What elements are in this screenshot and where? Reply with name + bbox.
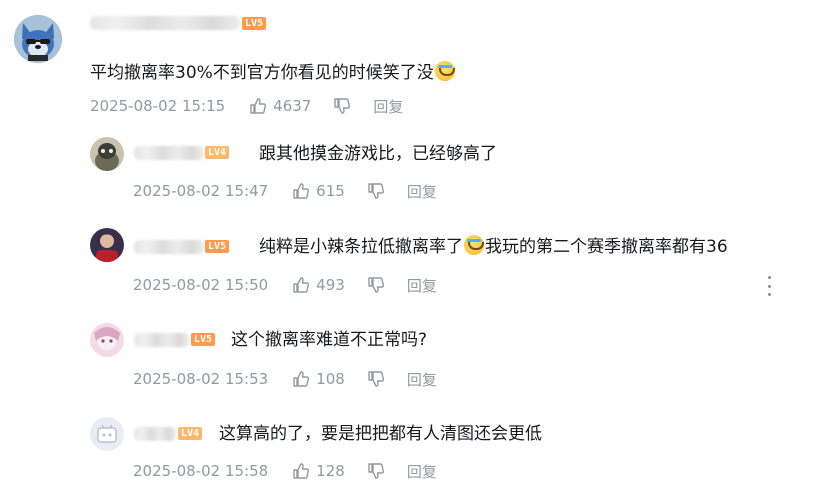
comment-timestamp: 2025-08-02 15:58 (133, 462, 269, 480)
reply-button[interactable]: 回复 (407, 181, 437, 202)
comment-timestamp: 2025-08-02 15:15 (90, 97, 226, 115)
comment-timestamp: 2025-08-02 15:53 (133, 370, 269, 388)
like-button[interactable]: 108 (292, 370, 345, 388)
dislike-button[interactable] (333, 97, 351, 115)
thumb-up-icon (293, 183, 310, 199)
reply-button[interactable]: 回复 (373, 96, 403, 117)
reply-level-badge: LV4 (205, 146, 230, 159)
main-comment-username[interactable] (90, 16, 240, 30)
laugh-cry-emoji-icon (464, 235, 484, 255)
like-button[interactable]: 615 (292, 182, 345, 200)
thumb-down-icon (334, 98, 351, 114)
reply-username[interactable] (134, 333, 189, 347)
reply-meta: 2025-08-02 15:50 493 回复 (133, 274, 437, 296)
thumb-up-icon (293, 371, 310, 387)
like-button[interactable]: 493 (292, 276, 345, 294)
reply-text-part: 纯粹是小辣条拉低撤离率了 (259, 237, 463, 257)
thumb-down-icon (368, 463, 384, 479)
thumb-up-icon (293, 277, 310, 293)
thumb-down-icon (368, 371, 384, 387)
like-count: 128 (316, 462, 345, 480)
comment-timestamp: 2025-08-02 15:47 (133, 182, 269, 200)
main-comment-level-badge: LV5 (242, 17, 267, 30)
laugh-cry-emoji-icon (434, 61, 455, 81)
main-comment-avatar[interactable] (14, 15, 62, 63)
reply-button[interactable]: 回复 (407, 275, 437, 296)
reply-avatar[interactable] (90, 137, 124, 171)
like-button[interactable]: 128 (292, 462, 345, 480)
reply-button[interactable]: 回复 (407, 369, 437, 390)
main-comment-meta: 2025-08-02 15:15 4637 回复 (90, 95, 403, 117)
reply-meta: 2025-08-02 15:47 615 回复 (133, 180, 437, 202)
like-count: 108 (316, 370, 345, 388)
reply-level-badge: LV4 (178, 427, 203, 440)
like-count: 4637 (273, 97, 312, 115)
thumb-up-icon (293, 463, 310, 479)
reply-text-part: 我玩的第二个赛季撤离率都有36 (485, 237, 728, 257)
reply-avatar[interactable] (90, 323, 124, 357)
reply-text: 这算高的了，要是把把都有人清图还会更低 (219, 424, 542, 444)
reply-avatar[interactable] (90, 228, 124, 262)
like-count: 493 (316, 276, 345, 294)
reply-meta: 2025-08-02 15:58 128 回复 (133, 460, 437, 482)
thumb-up-icon (250, 98, 267, 114)
reply-text: 这个撤离率难道不正常吗? (231, 330, 428, 350)
comment-timestamp: 2025-08-02 15:50 (133, 276, 269, 294)
dislike-button[interactable] (367, 182, 385, 200)
reply-username[interactable] (134, 427, 176, 441)
thumb-down-icon (368, 183, 384, 199)
reply-meta: 2025-08-02 15:53 108 回复 (133, 368, 437, 390)
reply-text: 纯粹是小辣条拉低撤离率了 我玩的第二个赛季撤离率都有36 (259, 235, 728, 259)
more-options-icon[interactable] (764, 276, 774, 296)
dislike-button[interactable] (367, 276, 385, 294)
reply-level-badge: LV5 (191, 333, 216, 346)
like-button[interactable]: 4637 (249, 97, 311, 115)
reply-username[interactable] (134, 240, 204, 254)
reply-username[interactable] (134, 146, 204, 160)
dislike-button[interactable] (367, 462, 385, 480)
main-comment-text-content: 平均撤离率30%不到官方你看见的时候笑了没 (90, 63, 434, 83)
reply-avatar[interactable] (90, 417, 124, 451)
reply-button[interactable]: 回复 (407, 461, 437, 482)
like-count: 615 (316, 182, 345, 200)
dislike-button[interactable] (367, 370, 385, 388)
reply-text: 跟其他摸金游戏比，已经够高了 (259, 144, 497, 164)
thumb-down-icon (368, 277, 384, 293)
reply-level-badge: LV5 (205, 240, 230, 253)
main-comment-text: 平均撤离率30%不到官方你看见的时候笑了没 (90, 61, 456, 85)
